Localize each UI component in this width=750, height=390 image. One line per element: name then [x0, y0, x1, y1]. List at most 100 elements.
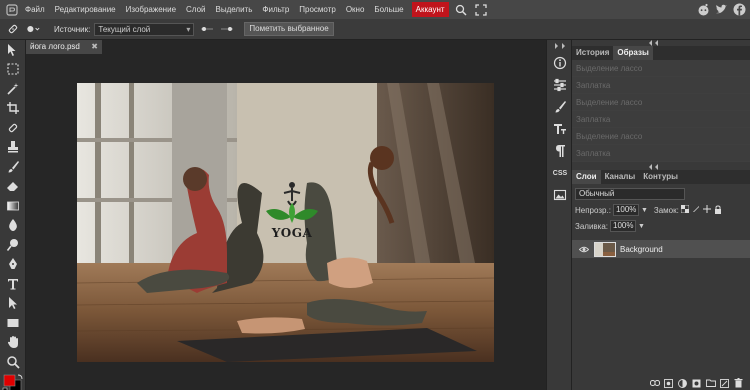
move-tool-icon[interactable] [0, 40, 26, 60]
tab-paths[interactable]: Контуры [639, 170, 682, 184]
eye-icon[interactable] [576, 246, 592, 253]
collapse-left-icon[interactable] [547, 40, 573, 52]
menu-layer[interactable]: Слой [181, 0, 210, 19]
character-panel-icon[interactable] [547, 118, 573, 140]
healing-tool-icon[interactable] [0, 118, 26, 138]
app-logo-icon[interactable] [4, 2, 20, 18]
gradient-tool-icon[interactable] [0, 196, 26, 216]
fill-label: Заливка: [575, 221, 609, 231]
eraser-tool-icon[interactable] [0, 177, 26, 197]
shape-tool-icon[interactable] [0, 313, 26, 333]
history-item[interactable]: Заплатка [572, 111, 750, 128]
mark-selected-button[interactable]: Пометить выбранное [244, 22, 334, 36]
history-item[interactable]: Заплатка [572, 145, 750, 162]
source-label: Источник: [54, 24, 91, 34]
brush-panel-icon[interactable] [547, 96, 573, 118]
tools-panel [0, 40, 26, 390]
twitter-icon[interactable] [714, 2, 728, 16]
fill-dropdown-icon[interactable]: ▼ [638, 223, 645, 230]
pen-tool-icon[interactable] [0, 255, 26, 275]
document-tab[interactable]: йога лого.psd ✖ [26, 40, 102, 54]
right-panels: История Образы Выделение лассо Заплатка … [572, 40, 750, 390]
opacity-input[interactable]: 100% [612, 204, 639, 216]
adjustments-icon[interactable] [547, 74, 573, 96]
menu-window[interactable]: Окно [341, 0, 370, 19]
fullscreen-icon[interactable] [473, 2, 489, 18]
menu-view[interactable]: Просмотр [294, 0, 341, 19]
magic-wand-tool-icon[interactable] [0, 79, 26, 99]
close-document-icon[interactable]: ✖ [91, 40, 98, 54]
panel-strip: CSS [546, 40, 572, 390]
menu-image[interactable]: Изображение [121, 0, 181, 19]
history-list: Выделение лассо Заплатка Выделение лассо… [572, 60, 750, 162]
group-folder-icon[interactable] [705, 378, 716, 388]
history-item[interactable]: Выделение лассо [572, 128, 750, 145]
lock-label: Замок: [653, 205, 679, 215]
menu-edit[interactable]: Редактирование [50, 0, 121, 19]
layer-effects-icon[interactable] [663, 378, 674, 388]
history-item[interactable]: Заплатка [572, 77, 750, 94]
history-tabs: История Образы [572, 46, 750, 60]
document-title: йога лого.psd [30, 42, 80, 51]
brush-size-icon[interactable] [26, 22, 40, 36]
blur-tool-icon[interactable] [0, 216, 26, 236]
delete-layer-icon[interactable] [733, 378, 744, 388]
new-layer-icon[interactable] [719, 378, 730, 388]
menu-filter[interactable]: Фильтр [257, 0, 294, 19]
reddit-icon[interactable] [696, 2, 710, 16]
lock-position-icon[interactable] [702, 205, 711, 215]
menu-more[interactable]: Больше [369, 0, 408, 19]
info-icon[interactable] [547, 52, 573, 74]
paragraph-panel-icon[interactable] [547, 140, 573, 162]
text-tool-icon[interactable] [0, 274, 26, 294]
image-panel-icon[interactable] [547, 184, 573, 206]
layers-footer [572, 376, 750, 390]
crop-tool-icon[interactable] [0, 99, 26, 119]
link-layers-icon[interactable] [649, 378, 660, 388]
tab-swatches[interactable]: Образы [613, 46, 653, 60]
menu-file[interactable]: Файл [20, 0, 50, 19]
lock-all-icon[interactable] [714, 204, 722, 216]
history-item[interactable]: Выделение лассо [572, 60, 750, 77]
canvas-area[interactable]: YOGA [26, 54, 546, 390]
color-swatches[interactable] [0, 372, 26, 390]
lock-pixels-icon[interactable] [692, 205, 700, 215]
fill-row: Заливка: 100% ▼ [572, 218, 750, 234]
path-select-tool-icon[interactable] [0, 294, 26, 314]
opacity-label: Непрозр.: [575, 205, 611, 215]
opacity-dropdown-icon[interactable]: ▼ [641, 207, 648, 214]
destination-mode-icon[interactable] [220, 22, 234, 36]
account-button[interactable]: Аккаунт [411, 2, 449, 17]
fill-input[interactable]: 100% [610, 220, 637, 232]
options-bar: Источник: Текущий слой Пометить выбранно… [0, 19, 750, 40]
layers-tabs: Слои Каналы Контуры [572, 170, 750, 184]
adjustment-layer-icon[interactable] [677, 378, 688, 388]
tab-channels[interactable]: Каналы [601, 170, 640, 184]
yoga-logo-text: YOGA [271, 226, 313, 240]
social-links [696, 2, 746, 16]
hand-tool-icon[interactable] [0, 333, 26, 353]
facebook-icon[interactable] [732, 2, 746, 16]
stamp-tool-icon[interactable] [0, 138, 26, 158]
blend-mode-select[interactable]: Обычный [575, 188, 685, 200]
menu-bar: Файл Редактирование Изображение Слой Выд… [0, 0, 750, 19]
zoom-tool-icon[interactable] [0, 352, 26, 372]
history-item[interactable]: Выделение лассо [572, 94, 750, 111]
layer-row[interactable]: Background [572, 240, 750, 258]
marquee-tool-icon[interactable] [0, 60, 26, 80]
dodge-tool-icon[interactable] [0, 235, 26, 255]
healing-brush-icon[interactable] [6, 22, 20, 36]
search-icon[interactable] [453, 2, 469, 18]
layer-mask-icon[interactable] [691, 378, 702, 388]
tab-layers[interactable]: Слои [572, 170, 601, 184]
brush-tool-icon[interactable] [0, 157, 26, 177]
source-select[interactable]: Текущий слой [94, 22, 195, 36]
css-panel-icon[interactable]: CSS [547, 162, 573, 184]
source-mode-icon[interactable] [200, 22, 214, 36]
blend-row: Обычный ▾ [572, 186, 750, 202]
layer-thumbnail [594, 241, 616, 257]
lock-transparency-icon[interactable] [680, 204, 690, 215]
menu-select[interactable]: Выделить [210, 0, 257, 19]
layer-name: Background [620, 244, 663, 254]
tab-history[interactable]: История [572, 46, 613, 60]
